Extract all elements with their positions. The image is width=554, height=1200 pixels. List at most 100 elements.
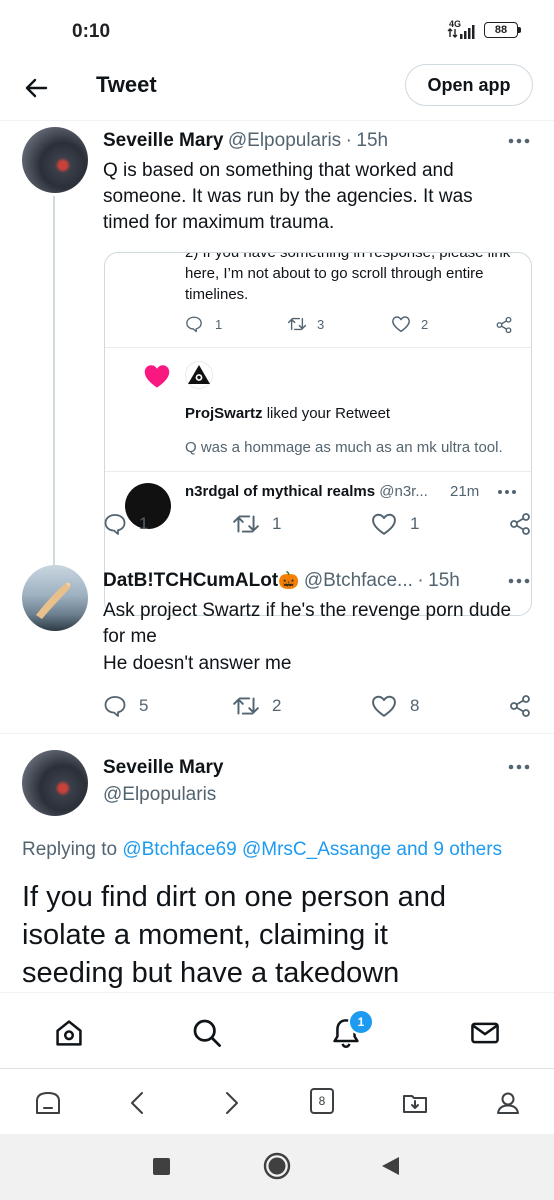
reply-icon	[186, 316, 202, 333]
chevron-left-icon	[131, 1092, 143, 1114]
recents-button[interactable]	[153, 1158, 170, 1175]
embed-text-line: here, I’m not about to go scroll through…	[185, 265, 484, 282]
tab-search[interactable]	[183, 1011, 231, 1055]
heart-icon	[372, 513, 396, 535]
browser-forward-button[interactable]	[213, 1085, 249, 1121]
tweet-time[interactable]: 15h	[428, 570, 460, 591]
heart-icon	[143, 363, 171, 389]
embed-cutoff-text: 2) If you have something in response, pl…	[185, 252, 511, 261]
tweet-time[interactable]: 15h	[356, 130, 388, 151]
user-icon	[497, 1092, 519, 1114]
notif-user: ProjSwartz	[185, 405, 263, 422]
browser-tabs-button[interactable]: 8	[310, 1088, 334, 1114]
more-options-icon[interactable]	[508, 138, 530, 144]
share-icon	[495, 316, 513, 334]
page-title: Tweet	[96, 72, 157, 97]
battery-tip	[518, 27, 521, 33]
browser-home-button[interactable]	[30, 1085, 66, 1121]
battery-level: 88	[494, 24, 508, 36]
embed-reply-count: 1	[215, 316, 223, 332]
reply-icon	[104, 696, 126, 717]
battery-icon: 88	[484, 22, 518, 38]
bottom-tab-bar: 1	[0, 992, 554, 1071]
divider	[0, 733, 554, 734]
browser-downloads-button[interactable]	[397, 1085, 433, 1121]
embed-divider	[105, 347, 531, 348]
retweet-icon	[233, 697, 259, 715]
notifications-count: 1	[357, 1015, 365, 1029]
open-app-button[interactable]: Open app	[405, 64, 533, 106]
tweet-text: Q is based on something that worked and …	[103, 160, 473, 233]
tweet-text-line: for me	[103, 626, 157, 647]
heart-icon	[392, 316, 410, 333]
reply-button[interactable]: 5	[103, 694, 148, 718]
browser-home-icon	[36, 1092, 60, 1114]
back-button[interactable]	[20, 72, 52, 104]
retweet-button[interactable]: 1	[232, 512, 281, 536]
embed-retweet-action: 3	[287, 315, 324, 333]
notif-avatar	[185, 361, 213, 389]
tab-messages[interactable]	[461, 1011, 509, 1055]
heart-icon	[372, 695, 396, 717]
browser-toolbar: 8	[0, 1068, 554, 1135]
meta-separator: ·	[345, 130, 352, 151]
retweet-count: 1	[272, 514, 282, 533]
back-nav-button[interactable]	[380, 1156, 400, 1176]
author-handle[interactable]: @Btchface...	[304, 570, 413, 591]
author-name[interactable]: DatB!TCHCumALot	[103, 570, 278, 591]
cut-item-handle: @n3r...	[379, 483, 428, 500]
back-triangle-icon	[382, 1157, 399, 1175]
embed-like-action: 2	[391, 315, 428, 333]
notif-text: ProjSwartz liked your Retweet	[185, 405, 390, 422]
like-button[interactable]: 8	[370, 694, 419, 718]
like-count: 1	[410, 514, 420, 533]
more-options-icon[interactable]	[508, 578, 530, 584]
reply-1[interactable]: Seveille Mary @Elpopularis · 15h Q is ba…	[0, 122, 554, 616]
chevron-right-icon	[226, 1092, 238, 1114]
retweet-button[interactable]: 2	[232, 694, 281, 718]
author-handle[interactable]: @Elpopularis	[103, 784, 216, 806]
reply-2[interactable]: DatB!TCHCumALot🎃 @Btchface... · 15h Ask …	[0, 558, 554, 738]
home-button[interactable]	[263, 1152, 291, 1180]
tweet-meta: Seveille Mary @Elpopularis · 15h	[103, 130, 388, 152]
cut-item-meta: n3rdgal of mythical realms @n3r... 21m	[185, 483, 479, 500]
embed-retweet-count: 3	[317, 316, 325, 332]
author-name[interactable]: Seveille Mary	[103, 130, 223, 151]
retweet-icon	[287, 317, 307, 331]
share-icon[interactable]	[508, 694, 532, 718]
reply-icon	[104, 514, 126, 535]
tab-home[interactable]	[45, 1011, 93, 1055]
main-tweet-text-line: If you find dirt on one person and	[22, 881, 447, 913]
system-nav-bar	[0, 1134, 554, 1200]
share-icon[interactable]	[508, 512, 532, 536]
replying-prefix: Replying to	[22, 839, 118, 860]
open-app-label: Open app	[427, 74, 511, 95]
reply-count: 5	[139, 696, 149, 715]
tweet-meta: DatB!TCHCumALot🎃 @Btchface... · 15h	[103, 570, 460, 592]
search-icon	[193, 1019, 221, 1047]
embed-text-line: timelines.	[185, 286, 249, 303]
main-tweet-text-line: seeding but have a takedown	[22, 957, 400, 989]
tweet-text-line: Ask project Swartz if he's the revenge p…	[103, 600, 512, 621]
reply-button[interactable]: 1	[103, 512, 148, 536]
pumpkin-emoji: 🎃	[278, 571, 300, 590]
avatar[interactable]	[22, 750, 88, 816]
avatar[interactable]	[22, 127, 88, 193]
main-tweet-text-line: isolate a moment, claiming it	[22, 919, 388, 951]
browser-profile-button[interactable]	[490, 1085, 526, 1121]
header-divider	[0, 120, 554, 121]
avatar[interactable]	[22, 565, 88, 631]
mail-icon	[471, 1022, 499, 1044]
meta-separator: ·	[417, 570, 424, 591]
cut-item-name: n3rdgal of mythical realms	[185, 483, 376, 500]
author-handle[interactable]: @Elpopularis	[228, 130, 341, 151]
more-options-icon[interactable]	[508, 764, 530, 770]
reply-count: 1	[139, 514, 149, 533]
notif-action: liked your Retweet	[262, 405, 391, 422]
download-folder-icon	[403, 1095, 427, 1113]
cut-item-time: 21m	[450, 483, 480, 500]
like-button[interactable]: 1	[370, 512, 419, 536]
browser-back-button[interactable]	[120, 1085, 156, 1121]
author-name[interactable]: Seveille Mary	[103, 757, 223, 779]
replying-mentions[interactable]: @Btchface69 @MrsC_Assange and 9 others	[122, 839, 502, 860]
